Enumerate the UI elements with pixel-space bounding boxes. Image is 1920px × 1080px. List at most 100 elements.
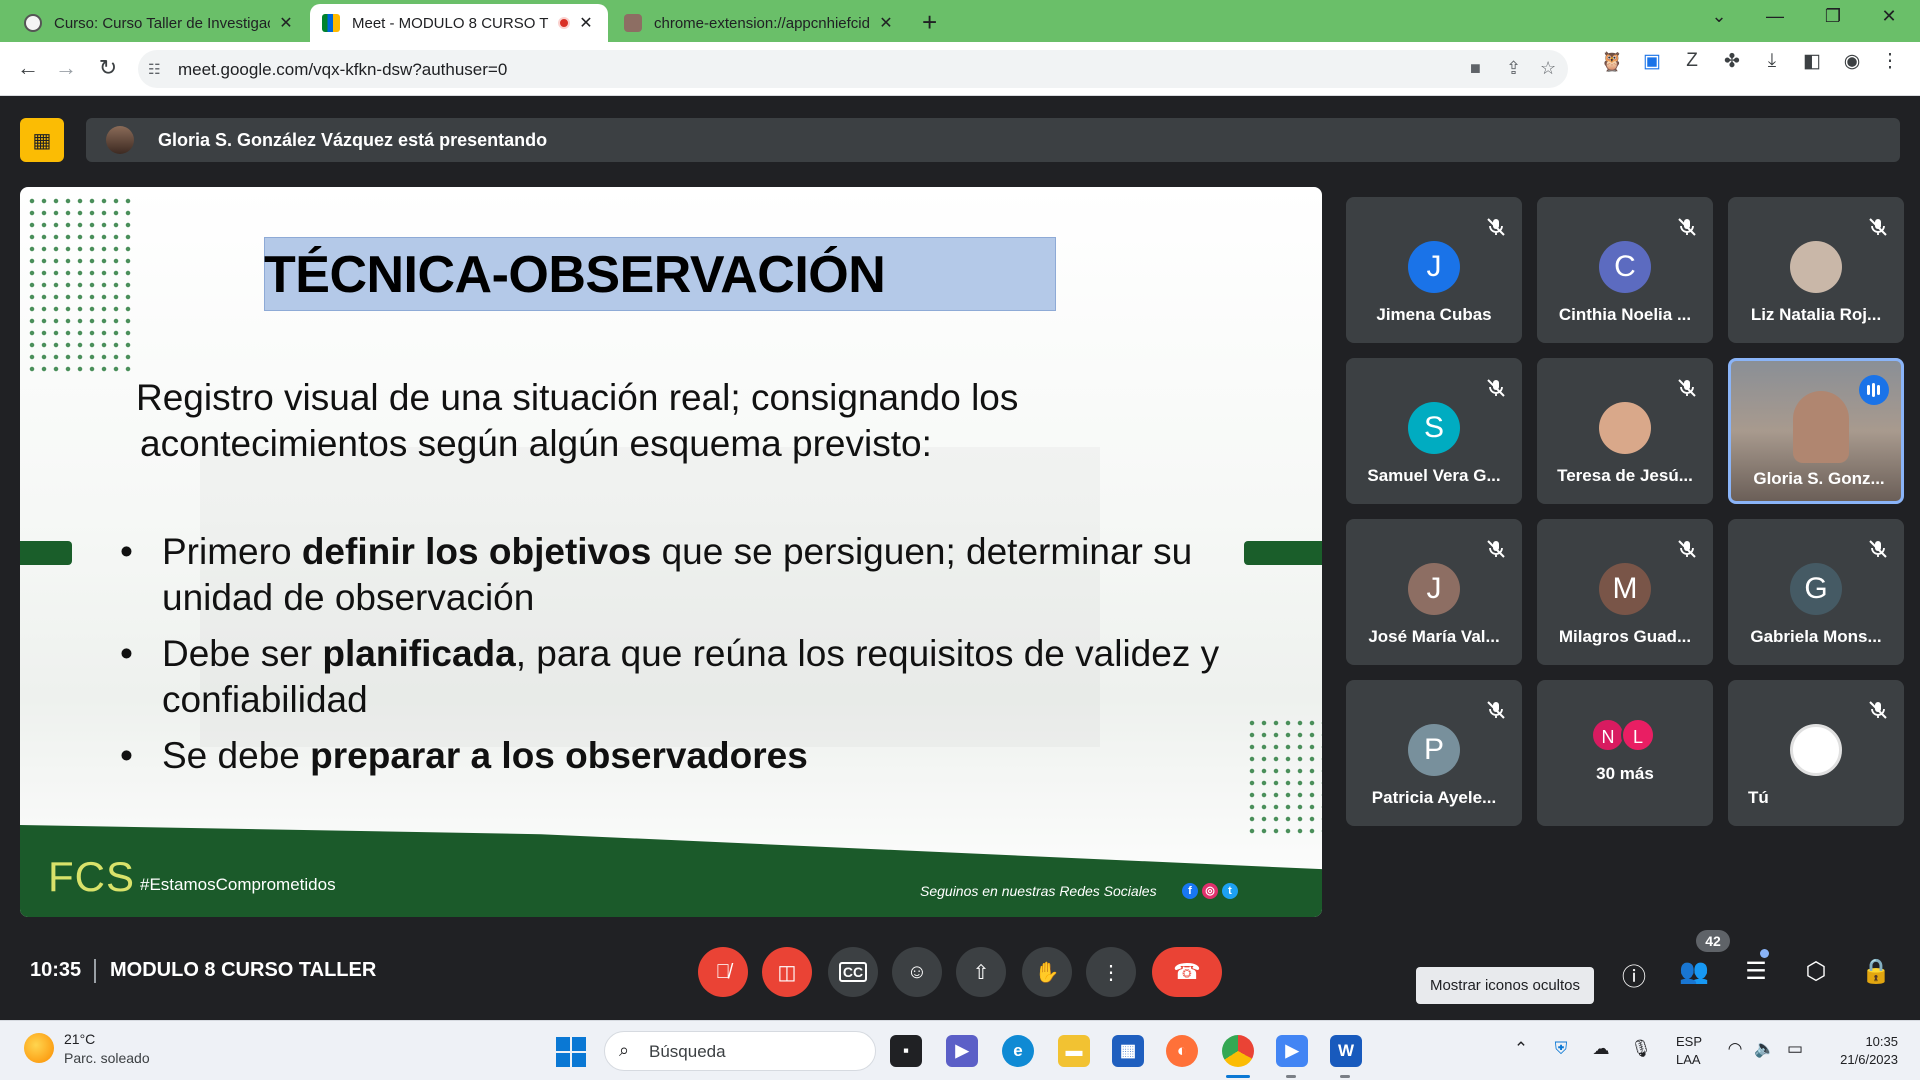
close-icon[interactable]: ✕ (576, 13, 596, 33)
chat-icon[interactable]: ☰ (1740, 957, 1772, 986)
reactions-button[interactable]: ☺ (892, 947, 942, 997)
participant-tile[interactable]: Liz Natalia Roj... (1728, 197, 1904, 343)
volume-icon[interactable]: 🔈 (1752, 1039, 1778, 1059)
back-icon[interactable]: ← (14, 55, 42, 81)
restore-icon[interactable]: ❐ (1810, 6, 1856, 27)
instagram-icon: ◎ (1202, 883, 1218, 899)
participant-tile[interactable]: Tú (1728, 680, 1904, 826)
download-icon[interactable]: ⤓ (1760, 50, 1784, 72)
tab-title: chrome-extension://appcnhiefcid (654, 14, 870, 32)
participant-tile[interactable]: C Cinthia Noelia ... (1537, 197, 1713, 343)
file-explorer-icon[interactable]: ▬ (1058, 1035, 1090, 1067)
participant-name: 30 más (1596, 764, 1654, 783)
tab-course[interactable]: Curso: Curso Taller de Investigaci ✕ (12, 4, 308, 42)
tab-meet[interactable]: Meet - MODULO 8 CURSO T ✕ (310, 4, 608, 42)
presenting-banner: Gloria S. González Vázquez está presenta… (86, 118, 1900, 162)
presenter-avatar (106, 126, 134, 154)
site-info-icon[interactable]: ☷ (148, 61, 161, 78)
mic-muted-icon (1869, 701, 1887, 719)
participant-name: Cinthia Noelia ... (1558, 305, 1692, 324)
bookmark-star-icon[interactable]: ☆ (1540, 58, 1556, 79)
meeting-name: MODULO 8 CURSO TALLER (110, 959, 377, 981)
word-icon[interactable]: W (1330, 1035, 1362, 1067)
system-clock[interactable]: 10:35 21/6/2023 (1832, 1033, 1898, 1069)
language-indicator[interactable]: ESP LAA (1676, 1033, 1702, 1069)
leave-call-button[interactable]: ☎ (1152, 947, 1222, 997)
mic-muted-icon (1487, 540, 1505, 558)
task-view-icon[interactable]: ▪ (890, 1035, 922, 1067)
wifi-icon[interactable]: ◠ (1722, 1039, 1748, 1059)
edge-icon[interactable]: e (1002, 1035, 1034, 1067)
weather-temperature[interactable]: 21°C (64, 1031, 95, 1047)
participant-tile[interactable]: N L 30 más (1537, 680, 1713, 826)
windows-start-icon[interactable] (556, 1037, 586, 1067)
chevron-up-icon[interactable]: ⌃ (1508, 1039, 1534, 1059)
participant-name: José María Val... (1368, 627, 1500, 646)
camera-off-icon: ◫ (777, 961, 797, 984)
mic-muted-icon (1678, 540, 1696, 558)
meet-app-icon[interactable]: ▶ (1276, 1035, 1308, 1067)
stop-presenting-icon[interactable]: ▦ (20, 118, 64, 162)
new-tab-icon[interactable]: + (922, 7, 937, 38)
microphone-icon[interactable]: 🎙 (1628, 1039, 1654, 1059)
taskbar-search[interactable]: ⌕ Búsqueda (604, 1031, 876, 1071)
mic-off-button[interactable]: 🎙̸ (698, 947, 748, 997)
weather-description[interactable]: Parc. soleado (64, 1050, 150, 1066)
speaking-indicator-icon (1859, 375, 1889, 405)
chrome-icon[interactable] (1222, 1035, 1254, 1067)
tab-search-icon[interactable]: ⌄ (1696, 6, 1742, 27)
security-shield-icon[interactable]: ⛨ (1548, 1039, 1574, 1059)
share-icon[interactable]: ⇪ (1506, 58, 1521, 79)
activities-icon[interactable]: ⬡ (1800, 957, 1832, 986)
address-toolbar: ← → ↻ ☷ meet.google.com/vqx-kfkn-dsw?aut… (0, 42, 1920, 96)
camera-icon[interactable]: ■ (1470, 58, 1481, 79)
participant-tile[interactable]: J José María Val... (1346, 519, 1522, 665)
profile-icon[interactable]: ◉ (1840, 50, 1864, 73)
store-icon[interactable]: ▦ (1112, 1035, 1144, 1067)
extension-z-icon[interactable]: Z (1680, 50, 1704, 72)
reload-icon[interactable]: ↻ (94, 55, 122, 81)
presenting-text: Gloria S. González Vázquez está presenta… (158, 129, 548, 150)
more-options-button[interactable]: ⋮ (1086, 947, 1136, 997)
onedrive-cloud-icon[interactable]: ☁ (1588, 1039, 1614, 1059)
forward-icon[interactable]: → (52, 55, 80, 81)
info-icon[interactable]: ⓘ (1618, 957, 1650, 992)
participant-tile[interactable]: Gloria S. Gonz... (1728, 358, 1904, 504)
participant-tile[interactable]: P Patricia Ayele... (1346, 680, 1522, 826)
present-button[interactable]: ⇧ (956, 947, 1006, 997)
host-controls-icon[interactable]: 🔒 (1860, 957, 1892, 986)
participant-avatar: J (1408, 563, 1460, 615)
side-panel-icon[interactable]: ◧ (1800, 50, 1824, 73)
close-icon[interactable]: ✕ (876, 13, 896, 33)
extension-owl-icon[interactable]: 🦉 (1600, 50, 1624, 74)
participant-tile[interactable]: J Jimena Cubas (1346, 197, 1522, 343)
meet-icon (322, 14, 340, 32)
clock-time: 10:35 (1865, 1034, 1898, 1049)
minimize-icon[interactable]: — (1752, 6, 1798, 27)
teams-chat-icon[interactable]: ▶ (946, 1035, 978, 1067)
captions-button[interactable]: CC (828, 947, 878, 997)
participant-video (1793, 391, 1849, 463)
participant-tile[interactable]: G Gabriela Mons... (1728, 519, 1904, 665)
participant-tile[interactable]: M Milagros Guad... (1537, 519, 1713, 665)
extension-screen-icon[interactable]: ▣ (1640, 50, 1664, 73)
tab-extension[interactable]: chrome-extension://appcnhiefcid ✕ (612, 4, 908, 42)
raise-hand-button[interactable]: ✋ (1022, 947, 1072, 997)
participant-tile[interactable]: S Samuel Vera G... (1346, 358, 1522, 504)
decorative-dots (26, 195, 136, 375)
omnibox[interactable]: ☷ meet.google.com/vqx-kfkn-dsw?authuser=… (138, 50, 1568, 88)
menu-dots-icon[interactable]: ⋮ (1878, 50, 1902, 73)
hand-icon: ✋ (1034, 961, 1060, 984)
more-vert-icon: ⋮ (1101, 961, 1121, 984)
puzzle-icon[interactable]: ✤ (1720, 50, 1744, 73)
camera-off-button[interactable]: ◫ (762, 947, 812, 997)
battery-icon[interactable]: ▭ (1782, 1039, 1808, 1059)
browser-tab-bar: Curso: Curso Taller de Investigaci ✕ Mee… (0, 0, 1920, 42)
weather-sun-icon[interactable] (24, 1033, 54, 1063)
close-icon[interactable]: ✕ (276, 13, 296, 33)
window-close-icon[interactable]: ✕ (1866, 6, 1912, 27)
firefox-icon[interactable]: ◐ (1166, 1035, 1198, 1067)
participant-tile[interactable]: Teresa de Jesú... (1537, 358, 1713, 504)
people-icon[interactable]: 👥 (1678, 957, 1710, 986)
meet-stage: ▦ Gloria S. González Vázquez está presen… (0, 97, 1920, 1019)
